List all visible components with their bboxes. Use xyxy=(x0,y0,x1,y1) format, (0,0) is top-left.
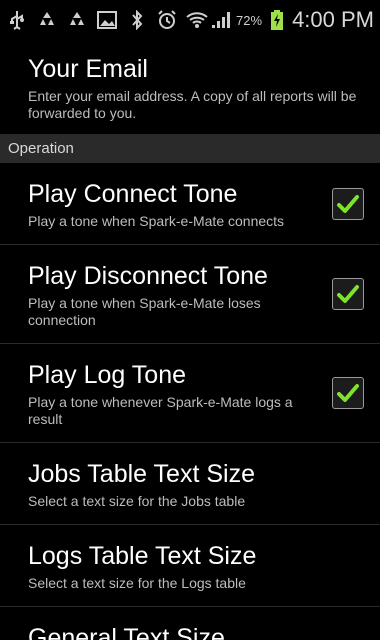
pref-summary: Select a text size for the Jobs table xyxy=(28,493,246,509)
battery-percent: 72% xyxy=(236,12,263,28)
pref-jobs-table-text-size[interactable]: Jobs Table Text Size Select a text size … xyxy=(0,443,380,525)
clock: 4:00 PM xyxy=(292,7,374,32)
pref-text: Play Log Tone Play a tone whenever Spark… xyxy=(28,360,366,428)
connect-tone-checkbox[interactable] xyxy=(332,187,364,220)
notification-icons xyxy=(0,9,208,31)
pref-summary: Select a text size for the Logs table xyxy=(28,575,246,591)
alarm-icon xyxy=(156,9,178,31)
disconnect-tone-checkbox[interactable] xyxy=(332,278,364,310)
pref-logs-table-text-size[interactable]: Logs Table Text Size Select a text size … xyxy=(0,525,380,607)
usb-icon xyxy=(6,9,28,31)
recycle-icon xyxy=(36,9,58,31)
settings-list[interactable]: Your Email Enter your email address. A c… xyxy=(0,40,380,640)
pref-play-connect-tone[interactable]: Play Connect Tone Play a tone when Spark… xyxy=(0,163,380,245)
pref-summary: Play a tone when Spark-e-Mate connects xyxy=(28,213,285,229)
pref-title: Play Connect Tone xyxy=(28,180,238,208)
pref-general-text-size[interactable]: General Text Size xyxy=(0,607,380,640)
check-icon xyxy=(337,384,359,402)
pref-title: Play Disconnect Tone xyxy=(28,262,268,290)
pref-title: Jobs Table Text Size xyxy=(28,460,255,488)
log-tone-checkbox[interactable] xyxy=(332,377,364,409)
pref-summary: Play a tone whenever Spark-e-Mate logs a… xyxy=(28,394,293,427)
system-status: 72% 4:00 PM xyxy=(210,7,380,33)
check-icon xyxy=(337,194,359,213)
signal-icon xyxy=(210,9,232,31)
pref-play-disconnect-tone[interactable]: Play Disconnect Tone Play a tone when Sp… xyxy=(0,245,380,344)
pref-title: General Text Size xyxy=(28,624,225,640)
pref-text: Play Connect Tone Play a tone when Spark… xyxy=(28,179,366,230)
pref-title: Play Log Tone xyxy=(28,361,186,389)
pref-your-email[interactable]: Your Email Enter your email address. A c… xyxy=(0,40,380,135)
pref-summary: Enter your email address. A copy of all … xyxy=(28,88,357,121)
pref-title: Your Email xyxy=(28,55,148,83)
pref-text: Logs Table Text Size Select a text size … xyxy=(28,541,366,592)
pref-text: General Text Size xyxy=(28,623,366,640)
pref-text: Play Disconnect Tone Play a tone when Sp… xyxy=(28,261,366,329)
status-bar: 72% 4:00 PM xyxy=(0,0,380,40)
pref-text: Your Email Enter your email address. A c… xyxy=(28,54,366,122)
pref-play-log-tone[interactable]: Play Log Tone Play a tone whenever Spark… xyxy=(0,344,380,443)
battery-charging-icon xyxy=(266,9,288,31)
wifi-icon xyxy=(186,9,208,31)
check-icon xyxy=(337,285,359,303)
bluetooth-icon xyxy=(126,9,148,31)
pref-text: Jobs Table Text Size Select a text size … xyxy=(28,459,366,510)
category-operation: Operation xyxy=(0,135,380,163)
pref-title: Logs Table Text Size xyxy=(28,542,257,570)
recycle-icon xyxy=(66,9,88,31)
image-icon xyxy=(96,9,118,31)
pref-summary: Play a tone when Spark-e-Mate loses conn… xyxy=(28,295,261,328)
